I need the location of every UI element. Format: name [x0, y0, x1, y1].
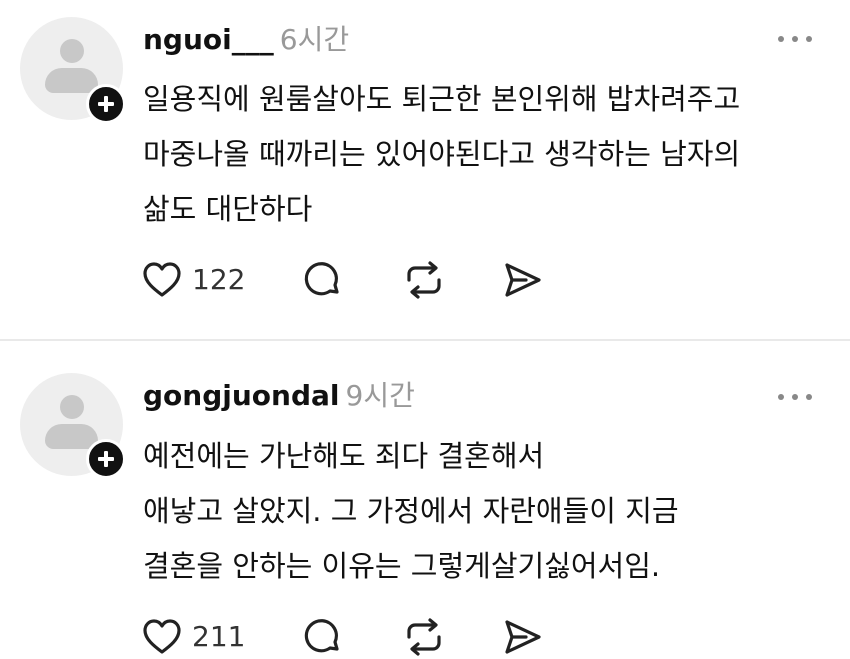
- username[interactable]: gongjuondal: [143, 379, 340, 412]
- share-button[interactable]: [500, 615, 544, 659]
- avatar-head-shape: [60, 39, 84, 63]
- timestamp: 6시간: [279, 23, 350, 56]
- comment-bubble-icon: [304, 619, 339, 653]
- heart-icon: [143, 619, 181, 654]
- follow-plus-icon[interactable]: [86, 439, 126, 479]
- send-icon: [505, 263, 541, 297]
- username[interactable]: nguoi___: [143, 23, 274, 56]
- avatar-body-shape: [45, 68, 98, 93]
- repost-icon: [407, 618, 441, 656]
- thread-post: gongjuondal 9시간 예전에는 가난해도 죄다 결혼해서 애낳고 살았지…: [0, 341, 850, 658]
- send-icon: [505, 620, 541, 654]
- post-header: nguoi___ 6시간: [143, 20, 349, 60]
- thread-post: nguoi___ 6시간 일용직에 원룸살아도 퇴근한 본인위해 밥차려주고 마중…: [0, 0, 850, 340]
- repost-icon: [407, 261, 441, 299]
- post-text-line: 예전에는 가난해도 죄다 결혼해서: [143, 439, 545, 473]
- post-text: 예전에는 가난해도 죄다 결혼해서 애낳고 살았지. 그 가정에서 자란애들이 …: [143, 429, 833, 594]
- more-dots-icon[interactable]: [778, 34, 812, 44]
- repost-button[interactable]: [402, 615, 446, 659]
- follow-plus-icon[interactable]: [86, 84, 126, 124]
- post-text-line: 애낳고 살았지. 그 가정에서 자란애들이 지금: [143, 494, 679, 528]
- post-text-line: 결혼을 안하는 이유는 그렇게살기싫어서임.: [143, 549, 661, 583]
- post-text-line: 삶도 대단하다: [143, 192, 313, 226]
- like-button[interactable]: 211: [140, 615, 250, 659]
- more-dots-icon[interactable]: [778, 392, 812, 402]
- share-button[interactable]: [500, 258, 544, 302]
- like-count: 211: [192, 620, 246, 653]
- post-text: 일용직에 원룸살아도 퇴근한 본인위해 밥차려주고 마중나올 때까리는 있어야된…: [143, 72, 833, 237]
- like-button[interactable]: 122: [140, 258, 250, 302]
- comment-bubble-icon: [304, 262, 339, 296]
- post-header: gongjuondal 9시간: [143, 376, 415, 416]
- post-text-line: 마중나올 때까리는 있어야된다고 생각하는 남자의: [143, 137, 741, 171]
- avatar-head-shape: [60, 395, 84, 419]
- post-text-line: 일용직에 원룸살아도 퇴근한 본인위해 밥차려주고: [143, 82, 741, 116]
- timestamp: 9시간: [345, 379, 415, 412]
- like-count: 122: [192, 263, 246, 296]
- comment-button[interactable]: [300, 615, 344, 659]
- repost-button[interactable]: [402, 258, 446, 302]
- heart-icon: [143, 262, 181, 297]
- comment-button[interactable]: [300, 258, 344, 302]
